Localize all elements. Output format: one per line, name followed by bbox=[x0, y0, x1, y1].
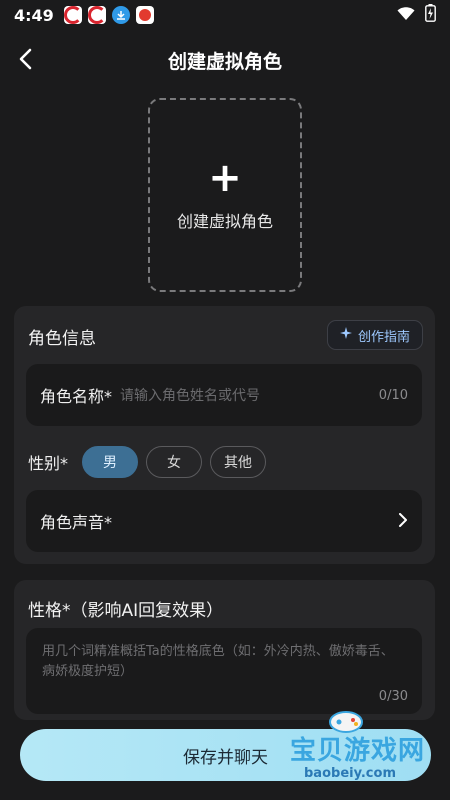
emblem-app-icon bbox=[135, 6, 154, 24]
wifi-icon bbox=[397, 6, 415, 25]
personality-counter: 0/30 bbox=[378, 689, 408, 704]
role-name-field[interactable]: 角色名称* 请输入角色姓名或代号 0/10 bbox=[26, 364, 422, 426]
gender-option-male[interactable]: 男 bbox=[82, 446, 139, 478]
gender-option-other[interactable]: 其他 bbox=[210, 446, 267, 478]
personality-placeholder: 用几个词精准概括Ta的性格底色（如：外冷内热、傲娇毒舌、病娇极度护短） bbox=[42, 644, 394, 679]
header: 创建虚拟角色 bbox=[0, 38, 450, 82]
red-circle-app-icon bbox=[87, 6, 106, 24]
avatar-label: 创建虚拟角色 bbox=[176, 212, 273, 231]
back-arrow-icon[interactable] bbox=[14, 46, 40, 72]
personality-input[interactable]: 用几个词精准概括Ta的性格底色（如：外冷内热、傲娇毒舌、病娇极度护短） 0/30 bbox=[26, 628, 422, 714]
role-name-input[interactable]: 请输入角色姓名或代号 bbox=[120, 385, 379, 405]
role-voice-label: 角色声音* bbox=[40, 513, 113, 532]
gender-row: 性别* 男 女 其他 bbox=[28, 446, 267, 478]
role-info-title: 角色信息 bbox=[28, 329, 96, 349]
plus-icon: + bbox=[208, 155, 242, 201]
status-time: 4:49 bbox=[14, 5, 54, 25]
watermark-url: baobeiy.com bbox=[304, 766, 396, 781]
gender-option-female[interactable]: 女 bbox=[146, 446, 203, 478]
role-name-counter: 0/10 bbox=[378, 387, 408, 403]
create-avatar-button[interactable]: + 创建虚拟角色 bbox=[148, 98, 302, 292]
watermark-logo: 宝贝游戏网 baobeiy.com bbox=[290, 708, 440, 788]
creation-guide-label: 创作指南 bbox=[357, 329, 410, 345]
role-voice-selector[interactable]: 角色声音* bbox=[26, 490, 422, 552]
sparkle-icon bbox=[339, 327, 352, 343]
watermark-text: 宝贝游戏网 bbox=[290, 736, 426, 766]
battery-charging-icon bbox=[425, 4, 436, 26]
creation-guide-button[interactable]: 创作指南 bbox=[326, 320, 423, 350]
gender-label: 性别* bbox=[28, 454, 69, 473]
red-circle-app-icon bbox=[63, 6, 82, 24]
chevron-right-icon bbox=[398, 512, 408, 531]
page-title: 创建虚拟角色 bbox=[167, 50, 282, 73]
role-info-card: 角色信息 创作指南 角色名称* 请输入角色姓名或代号 0/10 性别* 男 女 … bbox=[14, 306, 435, 564]
personality-title: 性格*（影响AI回复效果） bbox=[28, 601, 224, 621]
role-name-label: 角色名称* bbox=[40, 387, 113, 406]
download-icon bbox=[111, 6, 130, 24]
personality-card: 性格*（影响AI回复效果） 用几个词精准概括Ta的性格底色（如：外冷内热、傲娇毒… bbox=[14, 580, 435, 720]
status-bar: 4:49 bbox=[0, 0, 450, 30]
